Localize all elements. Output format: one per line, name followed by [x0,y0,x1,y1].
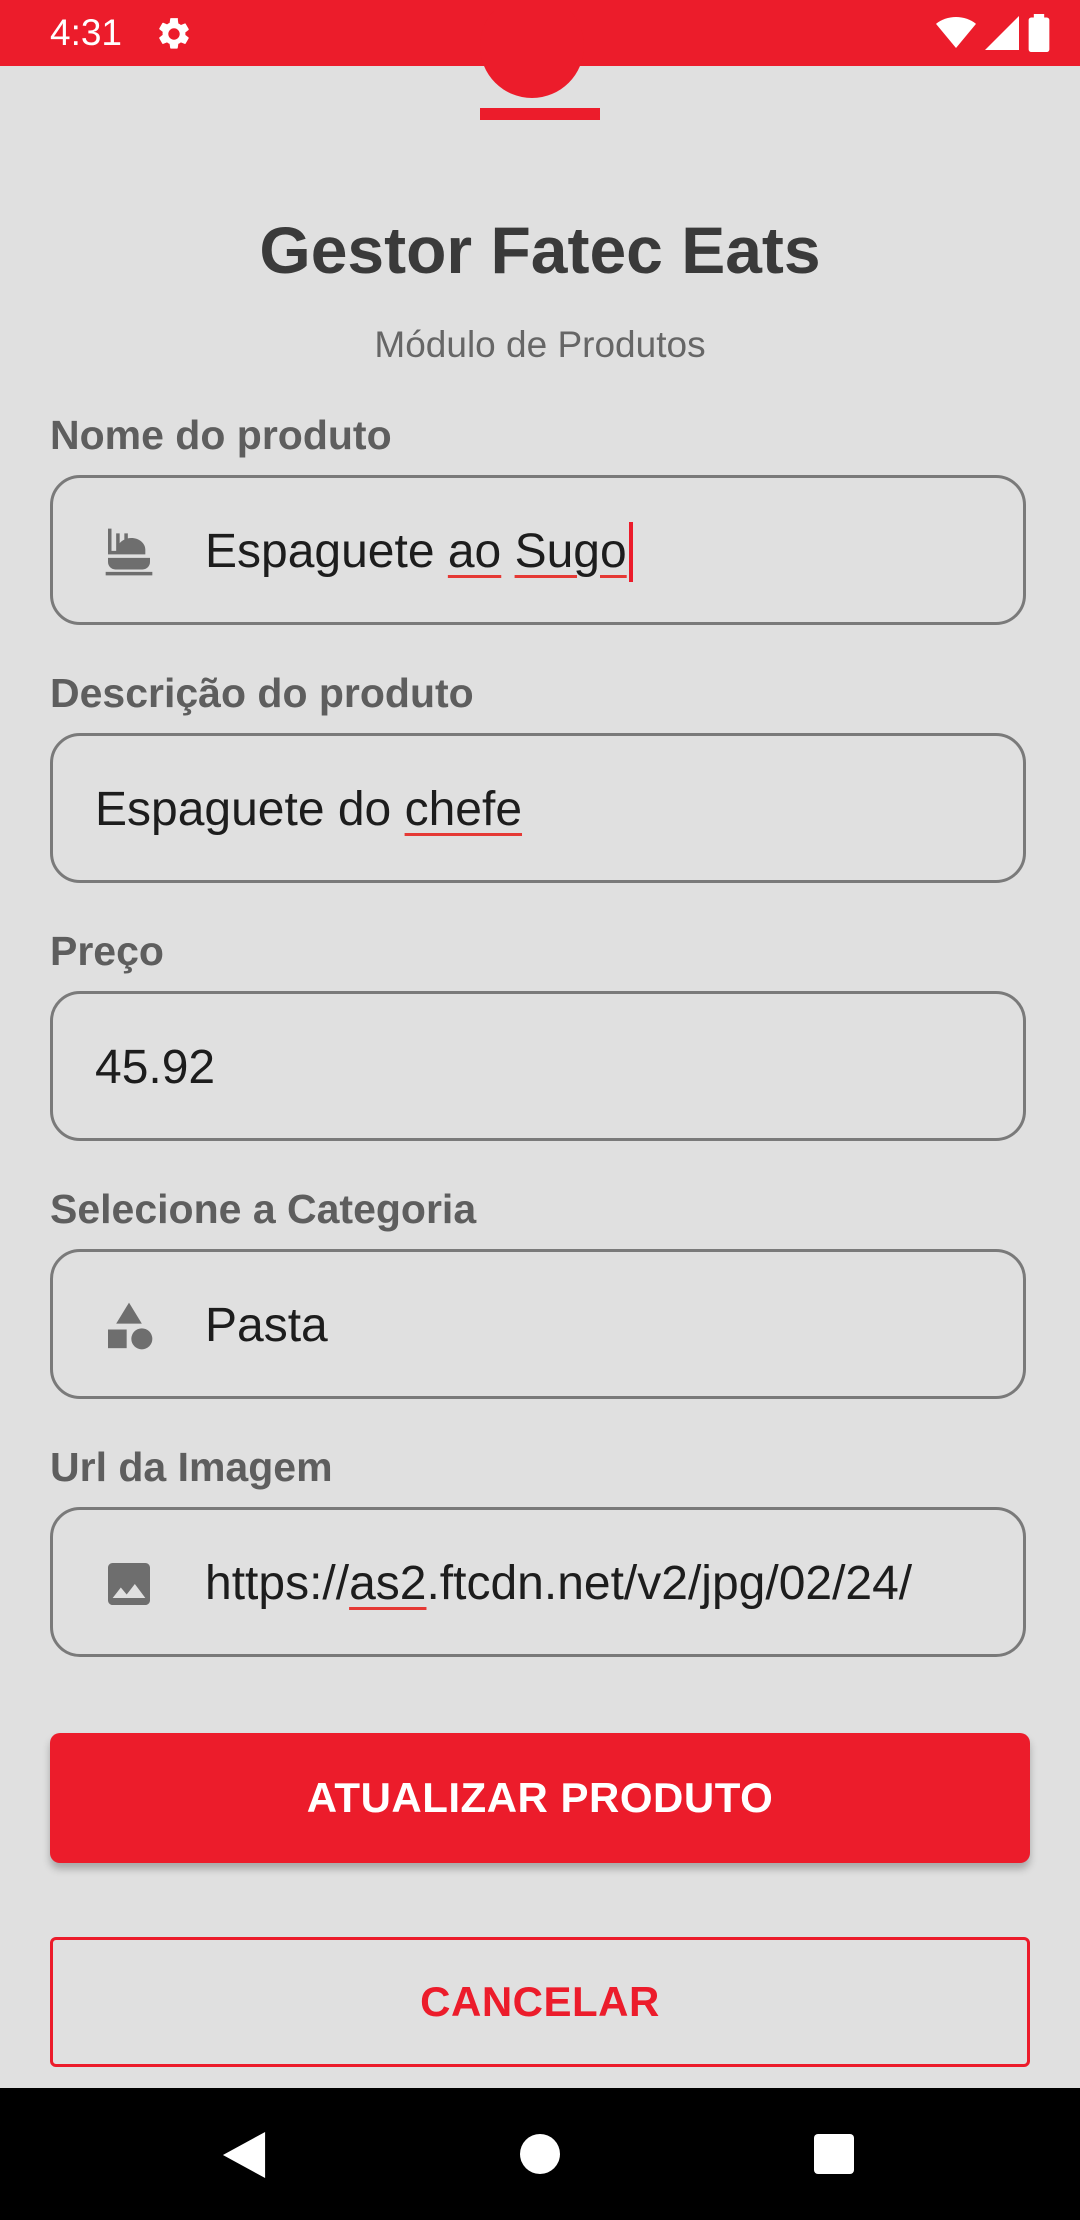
price-input[interactable]: 45.92 [95,1038,987,1098]
product-name-field[interactable]: Espaguete ao Sugo [50,475,1026,625]
image-url-label: Url da Imagem [50,1444,333,1490]
text-part: Espaguete do [95,783,405,836]
recents-icon[interactable] [814,2134,854,2174]
price-label: Preço [50,928,164,974]
cancel-button[interactable]: CANCELAR [50,1937,1030,2067]
spellcheck-word: as2 [349,1557,427,1610]
text-part: Espaguete [205,525,448,578]
category-select[interactable]: Pasta [50,1249,1026,1399]
spellcheck-word: Sugo [514,525,627,578]
product-description-input[interactable]: Espaguete do chefe [95,780,987,840]
spellcheck-word: chefe [404,783,523,836]
image-url-input[interactable]: https://as2.ftcdn.net/v2/jpg/02/24/ [205,1554,987,1614]
product-name-label: Nome do produto [50,412,392,458]
wifi-icon [936,17,976,48]
image-icon [108,1563,150,1605]
page-title: Gestor Fatec Eats [259,213,821,287]
logo-underline [480,108,600,120]
image-url-field[interactable]: https://as2.ftcdn.net/v2/jpg/02/24/ [50,1507,1026,1657]
text-part: .ftcdn.net/v2/jpg/02/24/ [426,1557,913,1610]
spellcheck-word: ao [447,525,502,578]
text-part: https:// [205,1557,350,1610]
cell-signal-icon [985,16,1019,50]
navigation-bar [0,2088,1080,2220]
update-product-button[interactable]: ATUALIZAR PRODUTO [50,1733,1030,1863]
category-value: Pasta [205,1299,328,1352]
battery-icon [1028,14,1050,52]
back-icon[interactable] [222,2132,266,2178]
product-name-input[interactable]: Espaguete ao Sugo [205,522,987,586]
screen: 4:31 Gestor Fatec Eats Módulo de Produto… [0,0,1080,2220]
text-part [501,525,514,578]
status-icons [936,14,1050,52]
dining-icon [105,528,153,576]
settings-gear-icon [159,18,189,49]
product-description-label: Descrição do produto [50,670,474,716]
home-icon[interactable] [520,2134,560,2174]
category-label: Selecione a Categoria [50,1186,477,1232]
product-description-field[interactable]: Espaguete do chefe [50,733,1026,883]
category-shapes-icon [108,1302,153,1350]
price-field[interactable]: 45.92 [50,991,1026,1141]
page-subtitle: Módulo de Produtos [374,324,706,365]
text-cursor [628,522,633,583]
status-time: 4:31 [50,12,123,53]
logo-mark [480,10,584,98]
